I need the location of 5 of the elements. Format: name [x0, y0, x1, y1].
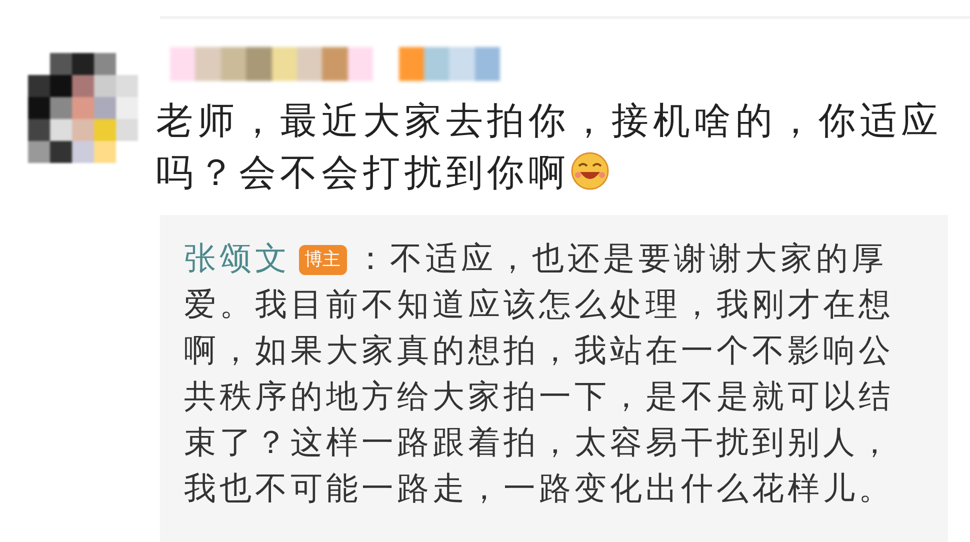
blogger-badge: 博主: [298, 245, 346, 275]
comment-text: 老师，最近大家去拍你，接机啥的，你适应吗？会不会打扰到你啊: [156, 98, 944, 196]
author-link[interactable]: 张颂文: [184, 239, 290, 277]
laughing-face-icon: [570, 151, 610, 191]
reply-text: 张颂文 博主 ：不适应，也还是要谢谢大家的厚爱。我目前不知道应该怎么处理，我刚才在想啊，如果大家真的想拍，我站在一个不影响公共秩序的地方给大家拍一下，是不是就可以结束了？这样一路跟着拍，太容易干扰到别人，我也不可能一路走，一路变化出什么花样儿。: [184, 238, 895, 509]
